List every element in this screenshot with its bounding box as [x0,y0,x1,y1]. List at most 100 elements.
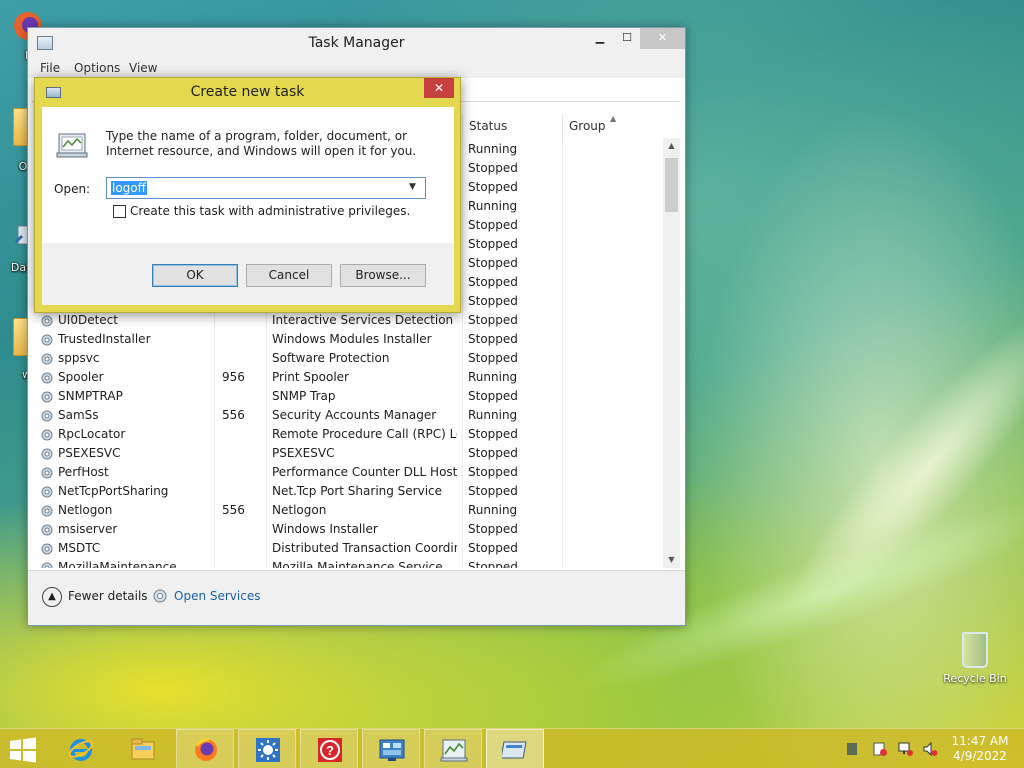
admin-privileges-checkbox[interactable] [113,205,126,218]
scroll-thumb[interactable] [665,158,678,212]
table-row[interactable]: MozillaMaintenance Mozilla Maintenance S… [32,558,662,568]
taskbar-control-panel[interactable] [362,729,420,768]
service-status: Running [468,408,518,422]
dialog-close-button[interactable]: ✕ [424,78,454,98]
maximize-button[interactable]: ☐ [614,28,640,49]
service-gear-icon [41,505,53,517]
scroll-down-icon[interactable]: ▼ [663,552,680,568]
table-row[interactable]: RpcLocator Remote Procedure Call (RPC) L… [32,425,662,444]
recycle-bin-label: Recycle Bin [943,672,1007,685]
service-name: RpcLocator [58,427,126,441]
table-row[interactable]: Spooler 956 Print Spooler Running [32,368,662,387]
chevron-down-icon[interactable]: ▼ [409,182,416,192]
status-cell: Running [468,142,518,156]
service-name: NetTcpPortSharing [58,484,169,498]
service-status: Stopped [468,351,518,365]
clock-date: 4/9/2022 [953,749,1007,763]
windows-logo-icon[interactable] [8,737,38,763]
table-row[interactable]: TrustedInstaller Windows Modules Install… [32,330,662,349]
cancel-button[interactable]: Cancel [246,264,332,287]
service-gear-icon [41,486,53,498]
taskbar-file-explorer[interactable] [114,729,172,768]
task-manager-icon [440,739,468,762]
dialog-button-bar: OK Cancel Browse... [42,243,454,305]
table-row[interactable]: sppsvc Software Protection Stopped [32,349,662,368]
service-name: TrustedInstaller [58,332,151,346]
run-program-icon [56,133,88,158]
table-row[interactable]: msiserver Windows Installer Stopped [32,520,662,539]
taskbar-settings-app[interactable] [238,729,296,768]
task-manager-titlebar[interactable]: Task Manager ▁ ☐ ✕ [28,28,685,58]
service-gear-icon [41,562,53,568]
table-row[interactable]: NetTcpPortSharing Net.Tcp Port Sharing S… [32,482,662,501]
menu-options[interactable]: Options [74,61,120,75]
close-icon: ✕ [657,31,668,44]
status-cell: Running [468,199,518,213]
service-status: Running [468,370,518,384]
taskbar-task-manager[interactable] [424,729,482,768]
firefox-icon [195,738,217,761]
minimize-icon: ▁ [595,31,605,44]
table-row[interactable]: SNMPTRAP SNMP Trap Stopped [32,387,662,406]
service-description: Net.Tcp Port Sharing Service [272,484,443,498]
taskbar-help[interactable]: ? [300,729,358,768]
status-cell: Stopped [468,294,518,308]
create-new-task-dialog: Create new task ✕ Type the name of a pro… [34,77,461,313]
service-name: MozillaMaintenance [58,560,177,568]
chevron-up-icon[interactable]: ▲ [42,587,62,607]
open-combobox[interactable]: logoff ▼ [106,177,426,199]
internet-explorer-icon [68,739,94,761]
service-status: Stopped [468,560,518,568]
status-cell: Stopped [468,180,518,194]
status-cell: Stopped [468,161,518,175]
service-description: Windows Modules Installer [272,332,432,346]
desktop-icon-recycle-bin[interactable]: Recycle Bin [942,632,1008,685]
network-icon[interactable] [898,741,914,757]
column-header-status[interactable]: Status [462,114,562,138]
action-center-icon[interactable] [872,741,888,757]
taskbar-internet-explorer[interactable] [52,729,110,768]
service-description: Software Protection [272,351,390,365]
taskbar-clock[interactable]: 11:47 AM 4/9/2022 [945,734,1015,764]
scroll-up-icon[interactable]: ▲ [663,138,680,154]
menu-file[interactable]: File [40,61,60,75]
browse-button[interactable]: Browse... [340,264,426,287]
taskbar-firefox[interactable] [176,729,234,768]
clock-time: 11:47 AM [951,734,1009,748]
service-status: Stopped [468,541,518,555]
open-input-value[interactable]: logoff [111,181,147,195]
service-name: Netlogon [58,503,113,517]
table-row[interactable]: PSEXESVC PSEXESVC Stopped [32,444,662,463]
tray-app-icon[interactable] [844,741,860,757]
service-description: Distributed Transaction Coordin... [272,541,457,555]
ok-button[interactable]: OK [152,264,238,287]
service-status: Stopped [468,484,518,498]
minimize-button[interactable]: ▁ [586,28,614,49]
service-gear-icon [41,315,53,327]
open-label: Open: [54,182,91,196]
volume-muted-icon[interactable] [922,741,938,757]
menu-view[interactable]: View [129,61,157,75]
task-manager-footer: ▲ Fewer details Open Services [28,570,685,625]
service-gear-icon [41,391,53,403]
service-gear-icon [41,448,53,460]
table-row[interactable]: Netlogon 556 Netlogon Running [32,501,662,520]
open-services-link[interactable]: Open Services [174,589,260,603]
admin-privileges-label[interactable]: Create this task with administrative pri… [130,204,410,218]
table-row[interactable]: SamSs 556 Security Accounts Manager Runn… [32,406,662,425]
close-button[interactable]: ✕ [640,28,685,49]
service-gear-icon [41,410,53,422]
service-name: SamSs [58,408,99,422]
taskbar-create-new-task[interactable] [486,729,544,768]
table-row[interactable]: MSDTC Distributed Transaction Coordin...… [32,539,662,558]
service-name: SNMPTRAP [58,389,123,403]
table-row[interactable]: PerfHost Performance Counter DLL Host St… [32,463,662,482]
vertical-scrollbar[interactable]: ▲ ▼ [663,138,680,568]
service-gear-icon [41,467,53,479]
services-gear-icon [153,589,167,603]
service-gear-icon [41,429,53,441]
taskbar: ? 11:47 AM 4/9/2022 [0,728,1024,768]
fewer-details-button[interactable]: Fewer details [68,589,148,603]
table-row[interactable]: UI0Detect Interactive Services Detection… [32,311,662,330]
run-dialog-icon [502,741,527,759]
